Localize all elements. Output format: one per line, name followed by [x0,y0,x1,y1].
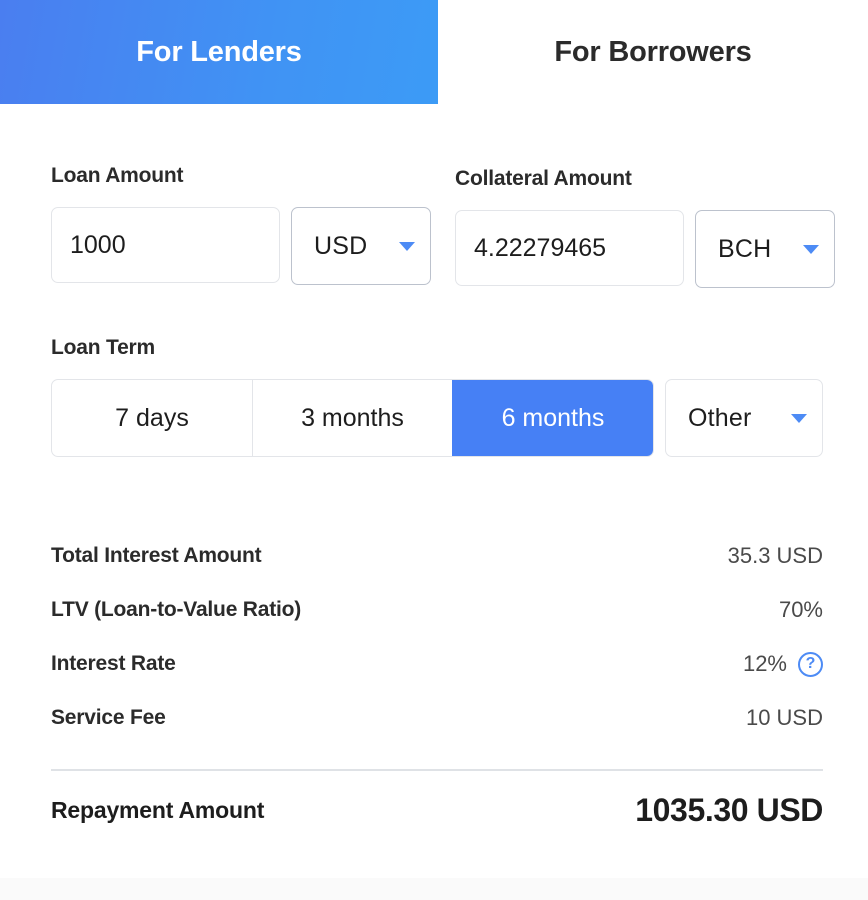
summary-value: 10 USD [745,705,823,730]
loan-term-label: Loan Term [51,336,155,359]
loan-amount-input[interactable] [51,207,280,283]
loan-currency-select[interactable]: USD [291,207,431,285]
loan-term-option-6-months[interactable]: 6 months [452,380,653,456]
loan-amount-controls: USD [51,207,455,285]
tab-bar: For Lenders For Borrowers [0,0,868,104]
collateral-amount-input[interactable] [455,210,684,286]
repayment-amount-value: 1035.30 USD [635,791,823,828]
summary-label: Total Interest Amount [51,544,262,567]
collateral-currency-value: BCH [718,234,772,263]
summary-list: Total Interest Amount 35.3 USD LTV (Loan… [0,457,868,745]
loan-term-other-select[interactable]: Other [665,379,823,457]
loan-currency-value: USD [314,231,368,260]
summary-row-interest-rate: Interest Rate 12% ? [51,637,823,691]
loan-term-other-value: Other [688,403,752,432]
summary-value: 35.3 USD [727,543,823,568]
loan-term-option-3-months[interactable]: 3 months [252,380,452,456]
summary-value: 70% [778,597,823,622]
loan-amount-label: Loan Amount [51,164,184,187]
tab-for-borrowers[interactable]: For Borrowers [438,0,868,104]
summary-value-wrap: 12% ? [743,651,823,677]
collateral-currency-select[interactable]: BCH [695,210,835,288]
collateral-amount-group: Collateral Amount BCH [455,164,835,288]
summary-label: Service Fee [51,706,166,729]
summary-row-service-fee: Service Fee 10 USD [51,691,823,745]
loan-term-controls: 7 days 3 months 6 months Other [51,379,868,457]
loan-term-option-7-days[interactable]: 7 days [52,380,252,456]
repayment-amount-row: Repayment Amount 1035.30 USD [0,771,868,849]
loan-term-option-label: 3 months [301,403,404,432]
chevron-down-icon [399,241,415,251]
summary-label: LTV (Loan-to-Value Ratio) [51,598,302,621]
chevron-down-icon [803,244,819,254]
tab-for-lenders[interactable]: For Lenders [0,0,438,104]
loan-term-group: Loan Term 7 days 3 months 6 months Other [0,288,868,457]
calculator-panel: Loan Amount USD Collateral Amount BCH L [0,104,868,849]
summary-value-wrap: 35.3 USD [728,543,823,569]
summary-row-ltv: LTV (Loan-to-Value Ratio) 70% [51,583,823,637]
tab-for-lenders-label: For Lenders [136,35,302,68]
summary-value-wrap: 70% [779,597,823,623]
summary-value: 12% [742,651,787,676]
chevron-down-icon [791,413,807,423]
collateral-amount-label: Collateral Amount [455,167,632,190]
help-icon[interactable]: ? [798,651,823,677]
loan-term-segmented-control: 7 days 3 months 6 months [51,379,654,457]
loan-term-option-label: 7 days [115,403,189,432]
loan-amount-group: Loan Amount USD [51,164,455,288]
bottom-strip [0,878,868,900]
summary-label: Interest Rate [51,652,176,675]
summary-row-total-interest: Total Interest Amount 35.3 USD [51,529,823,583]
amount-fields-row: Loan Amount USD Collateral Amount BCH [0,104,868,288]
loan-term-option-label: 6 months [501,403,605,432]
tab-for-borrowers-label: For Borrowers [554,35,752,68]
repayment-amount-label: Repayment Amount [51,796,265,823]
summary-value-wrap: 10 USD [746,705,823,731]
collateral-amount-controls: BCH [455,210,835,288]
